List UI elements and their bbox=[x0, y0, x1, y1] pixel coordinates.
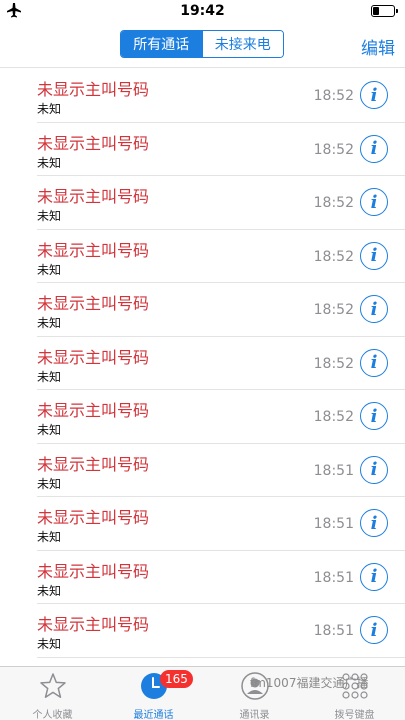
call-type-label: 未知 bbox=[37, 316, 62, 330]
caller-name: 未显示主叫号码 bbox=[37, 187, 150, 206]
call-row[interactable]: 未显示主叫号码 未知 18:51 i bbox=[0, 551, 405, 605]
segment-all-calls[interactable]: 所有通话 bbox=[121, 31, 202, 57]
tab-favorites[interactable]: 个人收藏 bbox=[2, 667, 103, 720]
call-type-label: 未知 bbox=[37, 262, 62, 277]
tab-label: 拨号键盘 bbox=[334, 710, 375, 720]
recent-calls-list[interactable]: 未显示主叫号码 未知 18:52 i 未显示主叫号码 未知 18:52 i 未显… bbox=[0, 69, 405, 666]
caller-name: 未显示主叫号码 bbox=[37, 133, 150, 153]
call-row[interactable]: 未显示主叫号码 未知 18:51 i bbox=[0, 444, 405, 498]
tab-label: 通讯录 bbox=[239, 710, 270, 720]
call-time: 18:52 bbox=[313, 195, 354, 211]
call-type-label: 未知 bbox=[37, 369, 62, 384]
edit-button[interactable]: 编辑 bbox=[361, 34, 395, 59]
call-time: 18:51 bbox=[313, 623, 354, 639]
call-time: 18:51 bbox=[313, 569, 354, 586]
info-icon[interactable]: i bbox=[360, 188, 388, 216]
call-row[interactable]: 未显示主叫号码 未知 18:51 i bbox=[0, 604, 405, 658]
call-row[interactable]: 未显示主叫号码 未知 18:52 i bbox=[0, 176, 405, 230]
missed-calls-badge: 165 bbox=[160, 670, 193, 688]
call-time: 18:52 bbox=[313, 355, 354, 372]
call-filter-segmented-control: 所有通话 未接来电 bbox=[120, 30, 284, 58]
caller-name: 未显示主叫号码 bbox=[37, 240, 150, 260]
status-time: 19:42 bbox=[180, 3, 225, 19]
call-type-label: 未知 bbox=[37, 583, 62, 598]
info-icon[interactable]: i bbox=[360, 241, 388, 270]
call-type-label: 未知 bbox=[37, 102, 62, 116]
call-type-label: 未知 bbox=[37, 476, 62, 491]
info-icon[interactable]: i bbox=[360, 81, 388, 109]
caller-name: 未显示主叫号码 bbox=[37, 401, 150, 420]
call-type-label: 未知 bbox=[37, 209, 62, 223]
call-time: 18:52 bbox=[313, 409, 354, 425]
call-row[interactable]: 未显示主叫号码 未知 18:52 i bbox=[0, 283, 405, 337]
call-row[interactable]: 未显示主叫号码 未知 18:52 i bbox=[0, 123, 405, 177]
call-time: 18:52 bbox=[313, 141, 354, 158]
info-icon[interactable]: i bbox=[360, 616, 388, 644]
tab-bar: 个人收藏 165 最近通话 通讯录 拨号键盘 fm1007福建交通广播 bbox=[0, 666, 405, 720]
battery-level bbox=[373, 7, 379, 15]
caller-name: 未显示主叫号码 bbox=[37, 561, 150, 581]
info-icon[interactable]: i bbox=[360, 509, 388, 537]
call-row[interactable]: 未显示主叫号码 未知 18:52 i bbox=[0, 337, 405, 391]
segment-missed-calls[interactable]: 未接来电 bbox=[201, 31, 283, 57]
star-icon bbox=[39, 673, 66, 698]
nav-bar: 所有通话 未接来电 编辑 bbox=[0, 22, 405, 68]
caller-name: 未显示主叫号码 bbox=[37, 615, 150, 634]
call-time: 18:52 bbox=[313, 88, 354, 104]
caller-name: 未显示主叫号码 bbox=[37, 294, 150, 313]
caller-name: 未显示主叫号码 bbox=[37, 347, 150, 367]
caller-name: 未显示主叫号码 bbox=[37, 454, 150, 474]
call-row[interactable]: 未显示主叫号码 未知 18:52 i bbox=[0, 390, 405, 444]
info-icon[interactable]: i bbox=[360, 348, 388, 377]
info-icon[interactable]: i bbox=[360, 134, 388, 163]
tab-label: 最近通话 bbox=[133, 710, 174, 720]
call-time: 18:52 bbox=[313, 248, 354, 265]
call-type-label: 未知 bbox=[37, 155, 62, 170]
call-row[interactable]: 未显示主叫号码 未知 18:51 i bbox=[0, 497, 405, 551]
call-time: 18:51 bbox=[313, 516, 354, 532]
call-type-label: 未知 bbox=[37, 530, 62, 544]
tab-label: 个人收藏 bbox=[32, 710, 73, 720]
call-type-label: 未知 bbox=[37, 423, 62, 437]
caller-name: 未显示主叫号码 bbox=[37, 80, 150, 99]
call-row[interactable]: 未显示主叫号码 未知 18:52 i bbox=[0, 230, 405, 284]
call-row[interactable]: 未显示主叫号码 未知 18:52 i bbox=[0, 69, 405, 123]
watermark-text: fm1007福建交通广播 bbox=[250, 676, 369, 690]
tab-recents[interactable]: 165 最近通话 bbox=[103, 667, 204, 720]
battery-icon bbox=[371, 5, 398, 17]
info-icon[interactable]: i bbox=[360, 562, 388, 591]
info-icon[interactable]: i bbox=[360, 455, 388, 484]
info-icon[interactable]: i bbox=[360, 402, 388, 430]
caller-name: 未显示主叫号码 bbox=[37, 508, 150, 527]
call-time: 18:51 bbox=[313, 462, 354, 479]
call-time: 18:52 bbox=[313, 302, 354, 318]
info-icon[interactable]: i bbox=[360, 295, 388, 323]
status-bar: 19:42 bbox=[0, 0, 405, 22]
call-type-label: 未知 bbox=[37, 637, 62, 651]
